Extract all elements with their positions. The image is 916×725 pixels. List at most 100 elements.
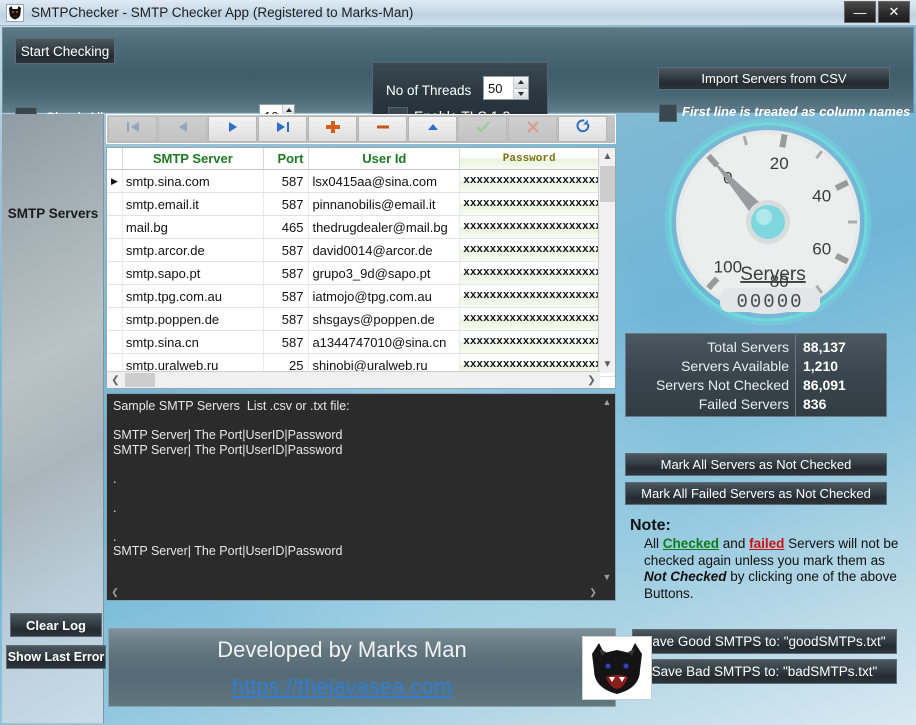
developer-panel: Developed by Marks Man https://thejavase…	[108, 628, 616, 707]
note-failed-word: failed	[749, 536, 784, 551]
delete-record-button[interactable]	[358, 116, 407, 142]
cell-user-id: a1344747010@sina.cn	[309, 331, 460, 353]
cross-icon	[525, 120, 541, 139]
cell-port: 587	[264, 331, 310, 353]
caret-up-icon	[286, 108, 292, 112]
close-button[interactable]: ✕	[878, 1, 910, 23]
next-record-button[interactable]	[208, 116, 257, 142]
grid-header-password[interactable]: Password	[460, 148, 599, 169]
table-row[interactable]: smtp.arcor.de587david0014@arcor.dexxxxxx…	[107, 239, 615, 262]
table-row[interactable]: mail.bg465thedrugdealer@mail.bgxxxxxxxxx…	[107, 216, 615, 239]
threads-spinner-buttons	[513, 77, 528, 99]
svg-text:40: 40	[812, 186, 831, 205]
grid-horizontal-scrollbar[interactable]: ❮ ❯	[107, 371, 600, 388]
grid-scroll-down-button[interactable]: ▼	[599, 356, 616, 373]
mark-all-not-checked-button[interactable]: Mark All Servers as Not Checked	[625, 453, 887, 476]
svg-text:20: 20	[770, 154, 789, 173]
no-of-threads-stepper[interactable]: 50	[483, 76, 529, 100]
note-not-checked-word: Not Checked	[644, 569, 727, 584]
table-row[interactable]: smtp.poppen.de587shsgays@poppen.dexxxxxx…	[107, 308, 615, 331]
cell-user-id: thedrugdealer@mail.bg	[309, 216, 460, 238]
table-row[interactable]: smtp.sapo.pt587grupo3_9d@sapo.ptxxxxxxxx…	[107, 262, 615, 285]
cell-password: xxxxxxxxxxxxxxxxxxxxxxx	[460, 331, 599, 353]
last-record-button[interactable]	[258, 116, 307, 142]
cell-user-id: iatmojo@tpg.com.au	[309, 285, 460, 307]
edit-record-button[interactable]	[408, 116, 457, 142]
svg-text:00000: 00000	[736, 291, 803, 313]
grid-hscroll-thumb[interactable]	[125, 373, 155, 387]
stats-panel: Total ServersServers AvailableServers No…	[625, 333, 887, 417]
save-bad-smtps-button[interactable]: Save Bad SMTPS to: "badSMTPs.txt"	[632, 659, 897, 684]
cell-user-id: lsx0415aa@sina.com	[309, 170, 460, 192]
cell-smtp-server: mail.bg	[123, 216, 264, 238]
svg-text:Servers: Servers	[740, 264, 805, 285]
log-scroll-left-button[interactable]: ❮	[107, 584, 123, 600]
stat-value: 86,091	[803, 376, 886, 395]
log-vertical-scrollbar[interactable]: ▲ ▼	[599, 394, 615, 585]
start-checking-button[interactable]: Start Checking	[15, 38, 115, 64]
first-icon	[125, 120, 141, 138]
refresh-records-button[interactable]	[558, 116, 607, 142]
cell-smtp-server: smtp.sapo.pt	[123, 262, 264, 284]
wolf-app-icon	[6, 4, 24, 22]
wolf-logo	[582, 636, 652, 700]
import-servers-button[interactable]: Import Servers from CSV	[658, 67, 890, 90]
threads-decrement-button[interactable]	[514, 89, 528, 100]
note-block: Note: All Checked and failed Servers wil…	[630, 517, 900, 602]
cell-port: 587	[264, 239, 310, 261]
previous-record-button	[158, 116, 207, 142]
cell-port: 587	[264, 285, 310, 307]
note-line1-mid: and	[719, 536, 749, 551]
grid-vertical-scrollbar[interactable]: ▲ ▼	[598, 148, 615, 373]
note-line3-pre: as	[871, 553, 885, 568]
add-record-button[interactable]	[308, 116, 357, 142]
log-scroll-right-button[interactable]: ❯	[585, 584, 601, 600]
grid-header-port[interactable]: Port	[264, 148, 310, 169]
save-bad-label: Save Bad SMTPS to: "badSMTPs.txt"	[652, 664, 878, 679]
smtp-servers-grid[interactable]: SMTP ServerPortUser IdPasswordat ▶smtp.s…	[106, 147, 616, 389]
top-control-bar: Start Checking Check All Connection Time…	[2, 27, 914, 113]
table-row[interactable]: smtp.sina.cn587a1344747010@sina.cnxxxxxx…	[107, 331, 615, 354]
mark-all-failed-not-checked-button[interactable]: Mark All Failed Servers as Not Checked	[625, 482, 887, 505]
table-row[interactable]: smtp.email.it587pinnanobilis@email.itxxx…	[107, 193, 615, 216]
grid-scroll-up-button[interactable]: ▲	[599, 148, 616, 165]
minimize-icon: —	[854, 5, 867, 20]
row-selector-indicator: ▶	[107, 170, 123, 192]
log-panel[interactable]: Sample SMTP Servers List .csv or .txt fi…	[106, 393, 616, 601]
post-edit-button	[458, 116, 507, 142]
grid-navigator-toolbar	[106, 114, 616, 144]
threads-increment-button[interactable]	[514, 77, 528, 89]
developed-by-label: Developed by Marks Man	[177, 637, 507, 663]
note-checked-word: Checked	[663, 536, 719, 551]
minus-icon	[375, 120, 391, 139]
grid-header-smtp-server[interactable]: SMTP Server	[123, 148, 264, 169]
website-link[interactable]: https://thejavasea.com	[177, 674, 507, 700]
grid-vscroll-thumb[interactable]	[600, 166, 615, 202]
save-good-smtps-button[interactable]: Save Good SMTPS to: "goodSMTPs.txt"	[632, 629, 897, 654]
title-bar: SMTPChecker - SMTP Checker App (Register…	[0, 0, 916, 26]
import-servers-label: Import Servers from CSV	[701, 71, 846, 86]
show-last-error-button[interactable]: Show Last Error	[6, 645, 106, 669]
grid-header-user-id[interactable]: User Id	[309, 148, 460, 169]
cell-password: xxxxxxxxxxxxxxxxxxxxxxx	[460, 285, 599, 307]
no-of-threads-value[interactable]: 50	[484, 77, 513, 99]
minimize-button[interactable]: —	[844, 1, 876, 23]
table-row[interactable]: ▶smtp.sina.com587lsx0415aa@sina.comxxxxx…	[107, 170, 615, 193]
save-good-label: Save Good SMTPS to: "goodSMTPs.txt"	[643, 634, 885, 649]
grid-scroll-right-button[interactable]: ❯	[583, 372, 600, 389]
cell-port: 587	[264, 308, 310, 330]
grid-body[interactable]: ▶smtp.sina.com587lsx0415aa@sina.comxxxxx…	[107, 170, 615, 377]
log-horizontal-scrollbar[interactable]: ❮ ❯	[107, 584, 601, 600]
table-row[interactable]: smtp.tpg.com.au587iatmojo@tpg.com.auxxxx…	[107, 285, 615, 308]
caret-up-icon	[518, 80, 524, 84]
log-scroll-down-button[interactable]: ▼	[599, 569, 615, 585]
stats-values: 88,1371,21086,091836	[796, 334, 886, 416]
stat-value: 1,210	[803, 357, 886, 376]
first-line-column-names-label: First line is treated as column names	[682, 104, 910, 119]
cancel-edit-button	[508, 116, 557, 142]
cell-port: 587	[264, 170, 310, 192]
row-selector-indicator	[107, 193, 123, 215]
grid-scroll-left-button[interactable]: ❮	[107, 372, 124, 389]
clear-log-button[interactable]: Clear Log	[10, 613, 102, 637]
log-scroll-up-button[interactable]: ▲	[599, 394, 615, 410]
